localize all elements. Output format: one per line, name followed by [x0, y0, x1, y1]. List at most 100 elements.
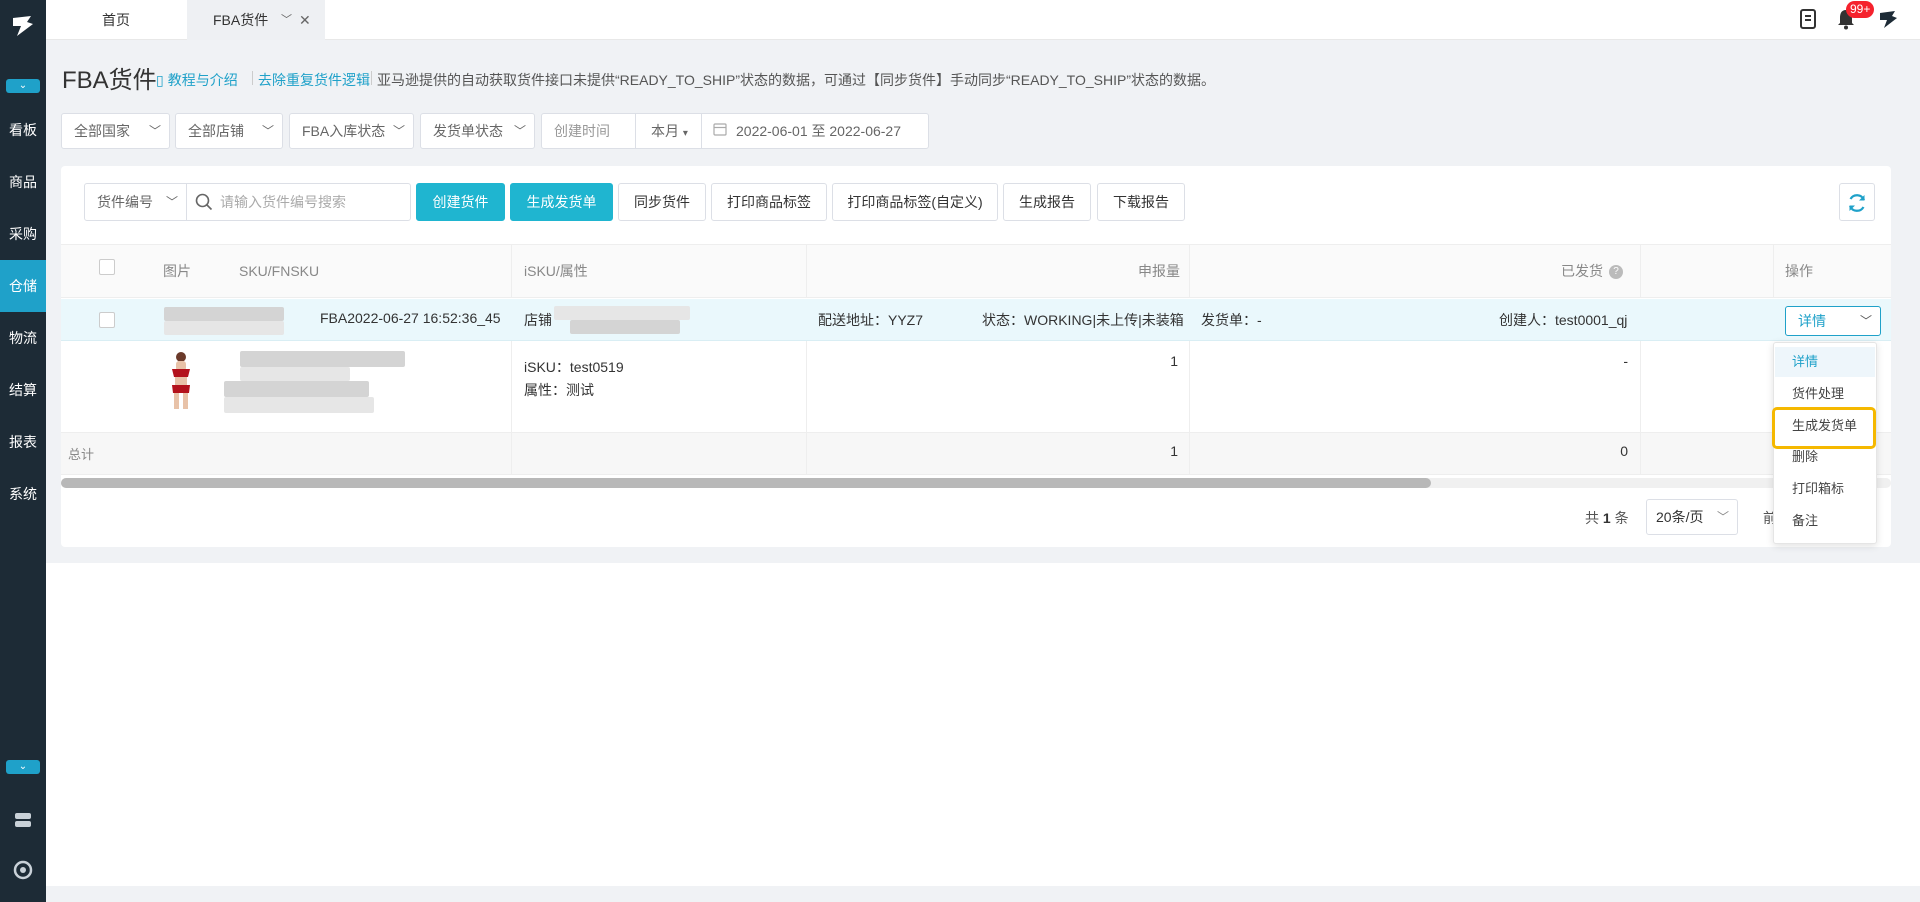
chevron-down-icon: ﹀	[513, 124, 526, 138]
chevron-down-icon: ﹀	[148, 124, 161, 138]
caret-down-icon: ▾	[682, 128, 688, 139]
store-label: 店铺	[524, 312, 552, 328]
ship-status-select[interactable]: 发货单状态 ﹀	[420, 113, 535, 149]
product-image	[163, 351, 199, 409]
date-range-select[interactable]: 本月 ▾	[651, 114, 688, 151]
item-declared-qty: 1	[1170, 353, 1178, 369]
store-select-value: 全部店铺	[188, 123, 244, 139]
sidebar-item-logistics[interactable]: 物流	[0, 312, 46, 364]
tab-bar: 首页 FBA货件 ﹀ ✕	[46, 0, 1920, 40]
divider	[701, 114, 702, 148]
date-range-input[interactable]: 2022-06-01 至 2022-06-27	[736, 114, 901, 148]
page-title: FBA货件	[62, 67, 157, 94]
column-divider	[806, 341, 807, 433]
tutorial-link-label: 教程与介绍	[167, 72, 238, 88]
shipment-name[interactable]: FBA2022-06-27 16:52:36_45	[320, 310, 501, 326]
chevron-down-icon: ﹀	[165, 195, 178, 209]
sidebar-item-system[interactable]: 系统	[0, 468, 46, 520]
column-header-shipped-label: 已发货	[1561, 263, 1603, 279]
bottom-strip	[46, 886, 1920, 902]
chevron-down-icon[interactable]: ﹀	[281, 0, 292, 40]
generate-ship-order-button[interactable]: 生成发货单	[510, 183, 613, 221]
total-declared: 1	[1170, 443, 1178, 459]
help-icon[interactable]: ?	[1609, 265, 1623, 280]
total-label: 总计	[68, 447, 95, 462]
select-all-checkbox[interactable]	[99, 259, 115, 275]
column-divider	[1640, 433, 1641, 475]
sync-shipments-button[interactable]: 同步货件	[618, 183, 706, 221]
redacted-store-name	[554, 306, 690, 320]
sidebar-item-products[interactable]: 商品	[0, 156, 46, 208]
column-divider	[511, 245, 512, 297]
menu-item-detail[interactable]: 详情	[1775, 347, 1875, 377]
column-header-sku: SKU/FNSKU	[239, 263, 320, 279]
chevron-down-icon: ﹀	[1859, 314, 1872, 328]
sidebar-expand-top-icon[interactable]: ⌄	[6, 79, 40, 93]
column-header-declared: 申报量	[1138, 263, 1180, 279]
task-list-icon[interactable]	[1796, 8, 1820, 32]
menu-item-process-shipment[interactable]: 货件处理	[1775, 379, 1875, 409]
main-lower-area	[46, 563, 1920, 886]
highlight-box	[1772, 407, 1876, 449]
tab-fba-shipments-label: FBA货件	[213, 12, 269, 28]
menu-item-print-box-label[interactable]: 打印箱标	[1775, 474, 1875, 504]
redacted-fnsku	[224, 397, 374, 413]
horizontal-scrollbar-thumb[interactable]	[61, 478, 1431, 488]
row-checkbox[interactable]	[99, 312, 115, 328]
create-shipment-button[interactable]: 创建货件	[416, 183, 505, 221]
shipment-status: 状态：WORKING|未上传|未装箱	[982, 312, 1184, 328]
creator: 创建人：test0001_qj	[1499, 312, 1628, 328]
dedupe-logic-link[interactable]: 去除重复货件逻辑	[258, 70, 370, 90]
sidebar-item-dashboard[interactable]: 看板	[0, 104, 46, 156]
column-divider	[511, 341, 512, 433]
column-divider	[806, 433, 807, 475]
chevron-down-icon: ﹀	[392, 124, 405, 138]
column-divider	[511, 433, 512, 475]
country-select[interactable]: 全部国家 ﹀	[61, 113, 170, 149]
item-shipped-qty: -	[1623, 353, 1628, 369]
column-divider	[1189, 433, 1190, 475]
sidebar-item-warehouse[interactable]: 仓储	[0, 260, 46, 312]
print-product-labels-button[interactable]: 打印商品标签	[711, 183, 827, 221]
redacted-fnsku	[224, 381, 369, 397]
generate-report-button[interactable]: 生成报告	[1003, 183, 1091, 221]
column-divider	[806, 245, 807, 297]
search-type-select[interactable]: 货件编号 ﹀	[84, 183, 187, 221]
sidebar-expand-bottom-icon[interactable]: ⌄	[6, 760, 40, 774]
ship-order: 发货单：-	[1201, 312, 1262, 328]
search-icon	[195, 184, 213, 220]
page-description: 亚马逊提供的自动获取货件接口未提供“READY_TO_SHIP”状态的数据，可通…	[377, 72, 1215, 88]
item-attribute: 属性：测试	[524, 382, 594, 398]
column-divider	[1773, 245, 1774, 297]
ship-status-select-value: 发货单状态	[433, 123, 503, 139]
sidebar-item-settlement[interactable]: 结算	[0, 364, 46, 416]
pagination-total-suffix: 条	[1614, 510, 1629, 526]
fba-status-select[interactable]: FBA入库状态 ﹀	[289, 113, 414, 149]
chevron-down-icon: ﹀	[1716, 510, 1729, 524]
support-icon[interactable]	[11, 860, 35, 884]
user-avatar-icon[interactable]	[1876, 8, 1900, 32]
close-icon[interactable]: ✕	[299, 0, 311, 40]
tutorial-link[interactable]: ▯ 教程与介绍	[156, 70, 238, 90]
search-type-value: 货件编号	[97, 194, 153, 210]
column-header-ops: 操作	[1785, 263, 1813, 279]
app-logo-icon[interactable]	[9, 12, 37, 40]
menu-item-remark[interactable]: 备注	[1775, 506, 1875, 536]
sidebar-item-purchasing[interactable]: 采购	[0, 208, 46, 260]
download-report-button[interactable]: 下载报告	[1097, 183, 1185, 221]
notification-badge: 99+	[1846, 1, 1875, 18]
tab-home[interactable]: 首页	[46, 0, 186, 40]
chevron-down-icon: ﹀	[261, 124, 274, 138]
store-select[interactable]: 全部店铺 ﹀	[175, 113, 283, 149]
tab-fba-shipments[interactable]: FBA货件 ﹀ ✕	[187, 0, 325, 40]
storage-icon[interactable]	[11, 810, 35, 834]
refresh-icon[interactable]	[1839, 183, 1875, 221]
date-range-value: 本月	[651, 123, 679, 139]
page-size-select[interactable]: 20条/页 ﹀	[1646, 499, 1738, 535]
search-input[interactable]	[220, 193, 400, 211]
sidebar-item-reports[interactable]: 报表	[0, 416, 46, 468]
redacted-thumbnail	[164, 307, 284, 321]
calendar-icon	[713, 114, 727, 148]
print-custom-labels-button[interactable]: 打印商品标签(自定义)	[832, 183, 998, 221]
detail-dropdown-button[interactable]: 详情 ﹀	[1785, 306, 1881, 336]
